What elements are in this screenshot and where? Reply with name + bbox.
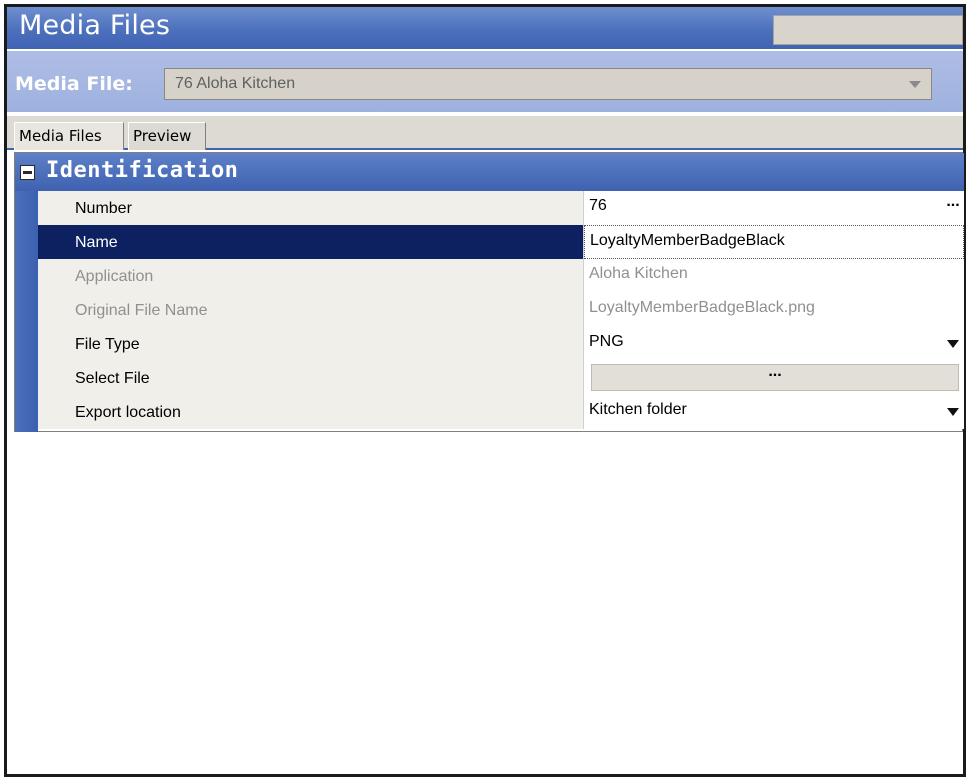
collapse-icon[interactable] <box>20 165 35 180</box>
original-file-name-value: LoyaltyMemberBadgeBlack.png <box>584 293 964 327</box>
name-field[interactable]: LoyaltyMemberBadgeBlack <box>584 225 964 259</box>
media-files-window: Media Files Media File: 76 Aloha Kitchen… <box>4 4 966 777</box>
tab-preview[interactable]: Preview <box>128 122 206 150</box>
file-type-value: PNG <box>589 333 624 350</box>
select-file-cell: ... <box>584 361 964 395</box>
media-file-select[interactable]: 76 Aloha Kitchen <box>164 68 932 100</box>
export-location-value: Kitchen folder <box>589 401 687 418</box>
title-bar-panel <box>773 15 963 45</box>
chevron-down-icon[interactable] <box>947 408 959 416</box>
property-row-number[interactable]: Number 76 ... <box>38 191 964 225</box>
property-row-name[interactable]: Name LoyaltyMemberBadgeBlack <box>38 225 964 259</box>
title-bar: Media Files <box>7 7 963 49</box>
property-name: Number <box>38 191 584 225</box>
chevron-down-icon[interactable] <box>947 340 959 348</box>
application-value: Aloha Kitchen <box>584 259 964 293</box>
property-name: Application <box>38 259 584 293</box>
window-title: Media Files <box>19 10 171 41</box>
media-file-selected-value: 76 Aloha Kitchen <box>175 75 296 92</box>
chevron-down-icon[interactable] <box>909 81 921 88</box>
property-value-text: 76 <box>589 197 607 214</box>
property-row-application: Application Aloha Kitchen <box>38 259 964 293</box>
grid-gutter <box>15 191 38 432</box>
media-file-bar: Media File: 76 Aloha Kitchen <box>7 51 963 112</box>
property-value-number[interactable]: 76 ... <box>584 191 964 225</box>
ellipsis-icon[interactable]: ... <box>942 194 964 216</box>
property-name: File Type <box>38 327 584 361</box>
property-row-select-file[interactable]: Select File ... <box>38 361 964 395</box>
property-row-file-type[interactable]: File Type PNG <box>38 327 964 361</box>
property-row-original-file-name: Original File Name LoyaltyMemberBadgeBla… <box>38 293 964 327</box>
property-name: Original File Name <box>38 293 584 327</box>
property-grid: Identification Number 76 ... Name Loyalt… <box>14 152 964 432</box>
select-file-button[interactable]: ... <box>591 364 959 391</box>
media-file-label: Media File: <box>15 73 133 95</box>
property-name: Name <box>38 225 584 259</box>
property-name: Select File <box>38 361 584 395</box>
property-name: Export location <box>38 395 584 429</box>
tab-media-files[interactable]: Media Files <box>14 122 124 150</box>
file-type-dropdown[interactable]: PNG <box>584 327 964 361</box>
tab-strip: Media Files Preview <box>7 116 963 150</box>
section-title: Identification <box>46 158 239 183</box>
export-location-dropdown[interactable]: Kitchen folder <box>584 395 964 429</box>
section-header-identification[interactable]: Identification <box>15 153 964 191</box>
property-row-export-location[interactable]: Export location Kitchen folder <box>38 395 964 429</box>
